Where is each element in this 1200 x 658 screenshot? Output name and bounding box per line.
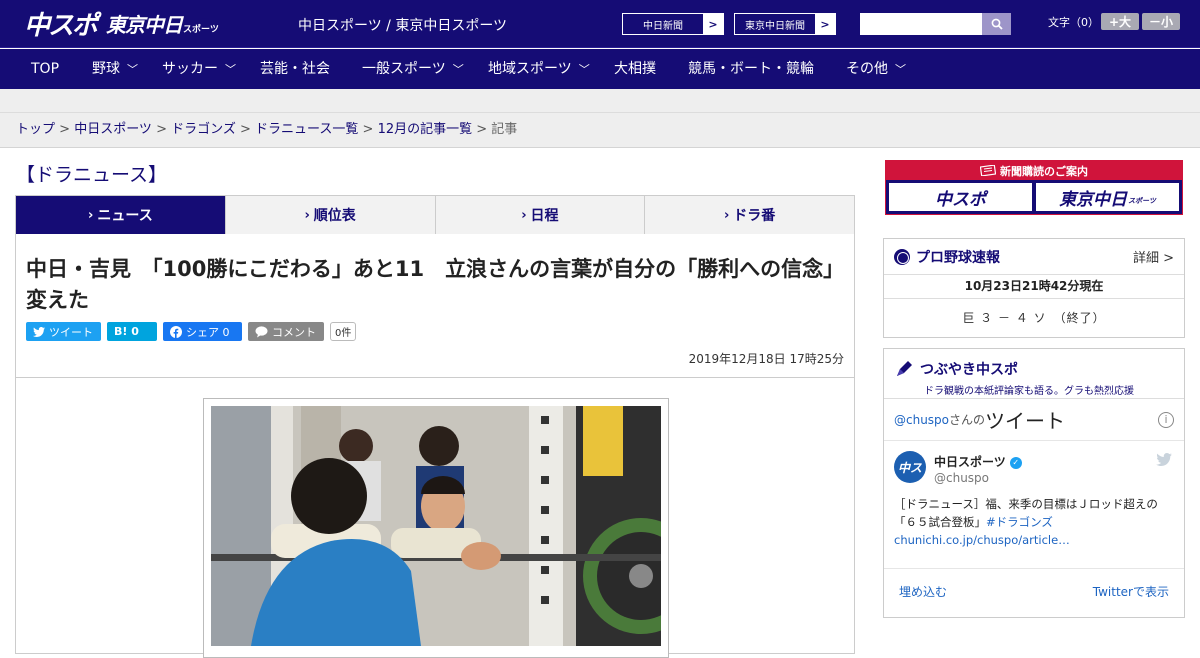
baseball-score[interactable]: 巨 ３ － ４ ソ （終了）	[884, 299, 1184, 337]
info-icon[interactable]: i	[1158, 411, 1174, 428]
search-icon	[991, 18, 1003, 30]
chevron-right-icon: ›	[723, 207, 730, 223]
baseball-updated-time: 10月23日21時42分現在	[884, 275, 1184, 299]
facebook-icon	[170, 325, 182, 338]
baseball-details-link[interactable]: 詳細 >	[1133, 247, 1174, 266]
chunichi-shimbun-button[interactable]: 中日新聞 >	[622, 13, 724, 35]
subscription-title: 新聞購読のご案内	[886, 161, 1182, 180]
breadcrumb-current: 記事	[491, 122, 518, 137]
article-photo[interactable]	[211, 406, 661, 646]
breadcrumb-chuspo[interactable]: 中日スポーツ	[74, 122, 152, 137]
font-size-label: 文字（0）	[1048, 16, 1099, 29]
chevron-down-icon: ﹀	[452, 63, 464, 76]
view-on-twitter-link[interactable]: Twitterで表示	[1093, 583, 1169, 600]
site-title[interactable]: 中日スポーツ / 東京中日スポーツ	[298, 15, 507, 35]
pro-baseball-title: プロ野球速報	[916, 249, 1000, 266]
avatar[interactable]: 中ス	[894, 451, 926, 483]
tweet-link[interactable]: chunichi.co.jp/chuspo/article…	[894, 533, 1070, 547]
font-larger-button[interactable]: +大	[1101, 13, 1139, 30]
tweet-author-name[interactable]: 中日スポーツ ✓	[934, 453, 1022, 470]
subscribe-chuspo-button[interactable]: 中スポ	[889, 183, 1032, 211]
newspaper-icon	[980, 165, 996, 176]
share-buttons: ツイート B! 0 シェア 0 コメント 0件	[26, 322, 357, 342]
twitter-box: つぶやき中スポ ドラ観戦の本紙評論家も語る。グラも熱烈応援 @chuspo さん…	[883, 348, 1185, 618]
tab-news[interactable]: › ニュース	[16, 196, 225, 242]
baseball-icon	[894, 248, 910, 265]
search-box	[860, 13, 1011, 35]
chevron-down-icon: ﹀	[578, 63, 590, 76]
spacer-band	[0, 89, 1200, 113]
chevron-right-icon: ›	[304, 207, 310, 223]
article: 中日・吉見 「100勝にこだわる」あと11 立浪さんの言葉が自分の「勝利への信念…	[15, 234, 855, 658]
tab-standings[interactable]: › 順位表	[224, 196, 435, 234]
logo-tokyo-chunichi: 東京中日	[106, 12, 183, 37]
chevron-down-icon: ﹀	[127, 63, 138, 76]
breadcrumb-top[interactable]: トップ	[16, 122, 55, 137]
breadcrumb: トップ > 中日スポーツ > ドラゴンズ > ドラニュース一覧 > 12月の記事…	[0, 113, 1200, 148]
nav-top[interactable]: TOP	[31, 49, 59, 89]
nav-soccer[interactable]: サッカー ﹀	[162, 49, 236, 89]
gym-training-photo	[211, 406, 661, 646]
tokyo-chunichi-shimbun-button[interactable]: 東京中日新聞 >	[734, 13, 836, 35]
tweet-hashtag[interactable]: #ドラゴンズ	[986, 515, 1053, 529]
chevron-right-icon: >	[815, 14, 835, 34]
nav-local-sports[interactable]: 地域スポーツ ﹀	[488, 49, 590, 89]
hatena-bookmark-button[interactable]: B! 0	[107, 322, 157, 341]
subscribe-tokyo-chunichi-button[interactable]: 東京中日 スポーツ	[1036, 183, 1179, 211]
nav-entertainment[interactable]: 芸能・社会	[260, 49, 330, 89]
nav-general-sports[interactable]: 一般スポーツ ﹀	[362, 49, 464, 89]
article-photo-frame	[203, 398, 669, 658]
section-title: 【ドラニュース】	[16, 164, 168, 186]
twitter-account-link[interactable]: @chuspo	[894, 413, 949, 427]
speech-bubble-icon	[255, 325, 268, 337]
subscription-banner: 新聞購読のご案内 中スポ 東京中日 スポーツ	[885, 160, 1183, 215]
twitter-bird-icon	[33, 326, 45, 337]
facebook-share-button[interactable]: シェア 0	[163, 322, 242, 341]
tweet-text: ［ドラニュース］福、来季の目標はＪロッド超えの「６５試合登板」#ドラゴンズ ch…	[894, 497, 1158, 547]
tsubuyaki-title: つぶやき中スポ	[920, 362, 1018, 378]
chevron-down-icon: ﹀	[225, 63, 236, 76]
nav-baseball[interactable]: 野球 ﹀	[92, 49, 138, 89]
comment-button[interactable]: コメント	[248, 322, 324, 341]
breadcrumb-month-list[interactable]: 12月の記事一覧	[378, 122, 473, 137]
logo-chuspo: 中スポ	[24, 10, 98, 41]
comment-count: 0件	[330, 322, 357, 341]
pro-baseball-box: プロ野球速報 詳細 > 10月23日21時42分現在 巨 ３ － ４ ソ （終了…	[883, 238, 1185, 338]
twitter-bird-icon[interactable]	[1156, 453, 1172, 466]
search-input[interactable]	[860, 13, 982, 35]
chevron-right-icon: >	[703, 14, 723, 34]
logo-sports-small: スポーツ	[183, 24, 219, 35]
tweet-button[interactable]: ツイート	[26, 322, 101, 341]
tweet-item[interactable]: 中ス 中日スポーツ ✓ @chuspo ［ドラニュース］福、来季の目標はＪロッド超…	[884, 441, 1184, 569]
chevron-right-icon: ›	[88, 207, 94, 223]
font-smaller-button[interactable]: －小	[1142, 13, 1180, 30]
tab-schedule[interactable]: › 日程	[434, 196, 645, 234]
nav-others[interactable]: その他 ﹀	[846, 49, 906, 89]
breadcrumb-news-list[interactable]: ドラニュース一覧	[255, 122, 358, 137]
tweet-author-handle[interactable]: @chuspo	[934, 471, 989, 485]
chevron-down-icon: ﹀	[895, 63, 906, 76]
nav-sumo[interactable]: 大相撲	[614, 49, 656, 89]
breadcrumb-dragons[interactable]: ドラゴンズ	[171, 122, 236, 137]
main-nav: TOP 野球 ﹀ サッカー ﹀ 芸能・社会 一般スポーツ ﹀ 地域スポーツ ﹀ 大相撲 …	[0, 49, 1200, 89]
embed-link[interactable]: 埋め込む	[899, 583, 947, 600]
article-date: 2019年12月18日 17時25分	[688, 352, 844, 366]
tsubuyaki-subtitle: ドラ観戦の本紙評論家も語る。グラも熱烈応援	[924, 386, 1134, 397]
tweets-heading: ツイート	[985, 409, 1066, 433]
nav-racing[interactable]: 競馬・ボート・競輪	[688, 49, 814, 89]
verified-badge-icon: ✓	[1009, 456, 1022, 469]
top-header: 中スポ 東京中日 スポーツ 中日スポーツ / 東京中日スポーツ 中日新聞 > 東…	[0, 0, 1200, 48]
tab-dragons-reporter[interactable]: › ドラ番	[644, 196, 854, 234]
chevron-right-icon: ›	[521, 207, 527, 223]
pen-icon	[897, 361, 912, 376]
article-headline: 中日・吉見 「100勝にこだわる」あと11 立浪さんの言葉が自分の「勝利への信念…	[26, 257, 845, 312]
site-logo[interactable]: 中スポ 東京中日 スポーツ	[24, 7, 219, 41]
section-tabs: › ニュース › 順位表 › 日程 › ドラ番	[15, 195, 855, 242]
divider	[16, 377, 854, 378]
search-button[interactable]	[982, 13, 1011, 35]
